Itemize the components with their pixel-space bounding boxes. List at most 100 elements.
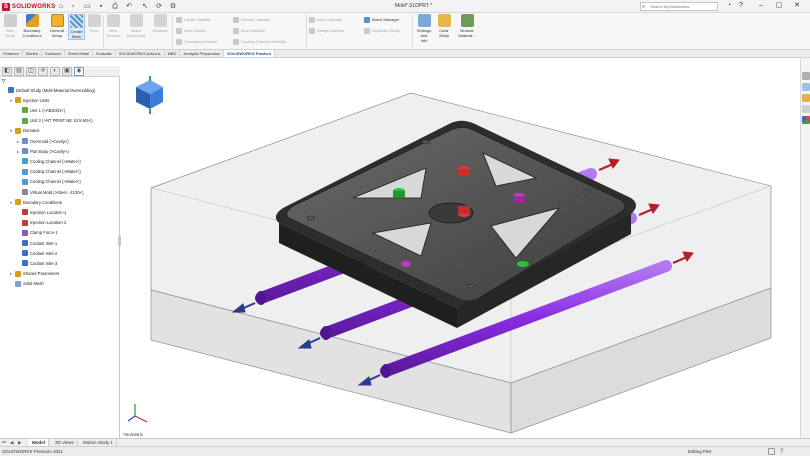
expand-toggle-icon[interactable]: ▸ <box>9 271 13 276</box>
configuration-manager-tab[interactable]: ◫ <box>26 67 36 76</box>
tree-item[interactable]: Virtual Mold (>Steel - 4130<) <box>16 188 83 196</box>
maximize-icon[interactable]: ▢ <box>774 1 784 11</box>
cam-manager-tab[interactable]: ▣ <box>62 67 72 76</box>
design-library-tab-icon[interactable] <box>802 94 810 102</box>
resources-tab-icon[interactable] <box>802 83 810 91</box>
expand-toggle-icon[interactable]: ▸ <box>16 139 20 144</box>
file-explorer-tab-icon[interactable] <box>802 105 810 113</box>
duplicate-study-button[interactable]: Duplicate Study <box>364 26 400 35</box>
view-name-label: *Isometric <box>123 432 144 437</box>
tree-item[interactable]: ▾ Boundary Conditions <box>9 198 62 206</box>
property-manager-tab[interactable]: ▤ <box>14 67 24 76</box>
flow-button[interactable]: Flow <box>87 14 101 33</box>
tree-item[interactable]: Cooling Channel (>Water<) <box>16 178 81 186</box>
tab-sketch[interactable]: Sketch <box>23 50 43 57</box>
tree-item[interactable]: ▸ Part Body (>Cavity<) <box>16 147 69 155</box>
cooling-channel-visibility-icon <box>233 38 239 45</box>
tree-item[interactable]: Injection Location-1 <box>16 208 66 216</box>
tree-item-label: Domains <box>23 128 40 134</box>
tab-solidworks-plastics[interactable]: SOLIDWORKS Plastics <box>224 50 275 57</box>
tree-item-icon <box>22 107 28 114</box>
tab-analysis-preparation[interactable]: Analysis Preparation <box>180 50 225 57</box>
plastics-manager-tab[interactable]: ◉ <box>74 67 84 76</box>
expand-toggle-icon[interactable]: ▾ <box>9 200 13 205</box>
assign-domain-button[interactable]: Assign Domain <box>309 26 344 35</box>
options-gear-icon[interactable]: ⚙ <box>168 2 178 11</box>
tab-surfaces[interactable]: Surfaces <box>42 50 65 57</box>
tree-item[interactable]: Coolant Inlet-3 <box>16 259 57 267</box>
tree-item[interactable]: ▾ Injection Units <box>9 96 49 104</box>
create-mesh-button[interactable]: Create Mesh <box>68 14 85 40</box>
browse-material-button[interactable]: Browse Material... <box>456 14 478 38</box>
tree-item-icon <box>15 127 21 134</box>
appearances-tab-icon[interactable] <box>802 116 810 124</box>
tree-item-icon <box>22 209 28 216</box>
expand-toggle-icon[interactable]: ▸ <box>16 149 20 154</box>
new-study-button[interactable]: New Study <box>2 14 18 38</box>
tree-item[interactable]: Coolant Inlet-1 <box>16 239 57 247</box>
tree-item[interactable]: Injection Location-2 <box>16 219 66 227</box>
mesh-model-button[interactable]: Mesh Model <box>176 26 206 35</box>
tree-item[interactable]: Unit 1 (>ABS001<) <box>16 106 65 114</box>
dimxpert-manager-tab[interactable]: ✛ <box>38 67 48 76</box>
quick-tips-icon[interactable]: ? <box>780 448 783 456</box>
clear-study-button[interactable]: Clear Study <box>436 14 452 38</box>
tab-mbd[interactable]: MBD <box>165 50 181 57</box>
user-account-icon[interactable]: ◔ <box>724 1 734 11</box>
mold-visibility-button[interactable]: Mold Visibility <box>233 26 265 35</box>
help-icon[interactable]: ? <box>736 1 746 11</box>
tree-item[interactable]: ▸ Shared Parameters <box>9 270 59 278</box>
tree-item[interactable]: Clamp Force-1 <box>16 229 58 237</box>
rebuild-icon[interactable]: ⟳ <box>154 2 164 11</box>
tree-item[interactable]: ▾ Domains <box>9 127 40 135</box>
tree-item-label: Default Study (Multi-Material Overmoldin… <box>16 87 96 93</box>
search-box[interactable]: ⌕ <box>640 2 718 11</box>
units-icon[interactable] <box>768 448 775 455</box>
tree-item[interactable]: Cooling Channel (>Water<) <box>16 168 81 176</box>
minimize-icon[interactable]: – <box>756 1 766 11</box>
cooling-channel-visibility-button[interactable]: Cooling Channel Visibility <box>233 37 286 46</box>
solidworks-logo[interactable]: S SOLIDWORKS <box>2 2 55 11</box>
close-icon[interactable]: ✕ <box>792 1 802 11</box>
tree-item-icon <box>22 158 28 165</box>
tab-sheet-metal[interactable]: Sheet Metal <box>65 50 94 57</box>
measure-button[interactable]: Measure <box>150 14 170 33</box>
tab-evaluate[interactable]: Evaluate <box>93 50 116 57</box>
undo-icon[interactable]: ↶ <box>124 2 134 11</box>
command-manager-tabs: Features Sketch Surfaces Sheet Metal Eva… <box>0 50 810 58</box>
tab-solidworks-add-ins[interactable]: SOLIDWORKS Add-Ins <box>116 50 165 57</box>
transparent-model-button[interactable]: Transparent Model <box>176 37 217 46</box>
general-setup-button[interactable]: General Setup <box>47 14 67 38</box>
graphics-area[interactable] <box>121 58 800 438</box>
save-icon[interactable]: ▪ <box>96 2 106 11</box>
print-icon[interactable]: ⎙ <box>110 2 120 11</box>
batch-manager-button[interactable]: Batch Manager <box>364 15 399 24</box>
open-folder-icon[interactable]: ▭ <box>82 2 92 11</box>
insert-domain-button[interactable]: Insert Domain <box>309 15 342 24</box>
display-manager-tab[interactable]: ◐ <box>50 67 60 76</box>
tree-item[interactable]: Solid Mesh <box>9 280 44 288</box>
feature-manager-tab[interactable]: ◧ <box>2 67 12 76</box>
select-arrow-icon[interactable]: ↖ <box>140 2 150 11</box>
new-document-icon[interactable]: ▫ <box>68 2 78 11</box>
home-icon[interactable]: ⌂ <box>56 2 66 11</box>
tree-item[interactable]: ▸ Overmold (>Cavity<) <box>16 137 69 145</box>
cavity-visibility-button[interactable]: Cavity Visibility <box>176 15 211 24</box>
expand-toggle-icon[interactable]: ▾ <box>9 98 13 103</box>
settings-info-button[interactable]: Settings and Info <box>416 14 432 43</box>
home-tab-icon[interactable] <box>802 72 810 80</box>
tree-item[interactable]: Coolant Inlet-2 <box>16 249 57 257</box>
tab-features[interactable]: Features <box>0 50 23 57</box>
filter-icon[interactable]: ⛛ <box>1 79 6 86</box>
ds-logo-icon: S <box>2 2 10 11</box>
expand-toggle-icon[interactable]: ▾ <box>9 128 13 133</box>
tree-item[interactable]: Cooling Channel (>Water<) <box>16 157 81 165</box>
runner-visibility-button[interactable]: Runner Visibility <box>233 15 270 24</box>
tree-item[interactable]: Unit 2 (>NT PRINT NE 10 5 MS<) <box>16 117 93 125</box>
view-results-button[interactable]: View Results <box>105 14 121 38</box>
tree-item[interactable]: Default Study (Multi-Material Overmoldin… <box>2 86 95 94</box>
tree-item-icon <box>22 117 28 124</box>
boundary-conditions-button[interactable]: Boundary Conditions <box>20 14 44 38</box>
search-input[interactable] <box>650 3 716 10</box>
video-recording-button[interactable]: Video Recording <box>125 14 147 38</box>
